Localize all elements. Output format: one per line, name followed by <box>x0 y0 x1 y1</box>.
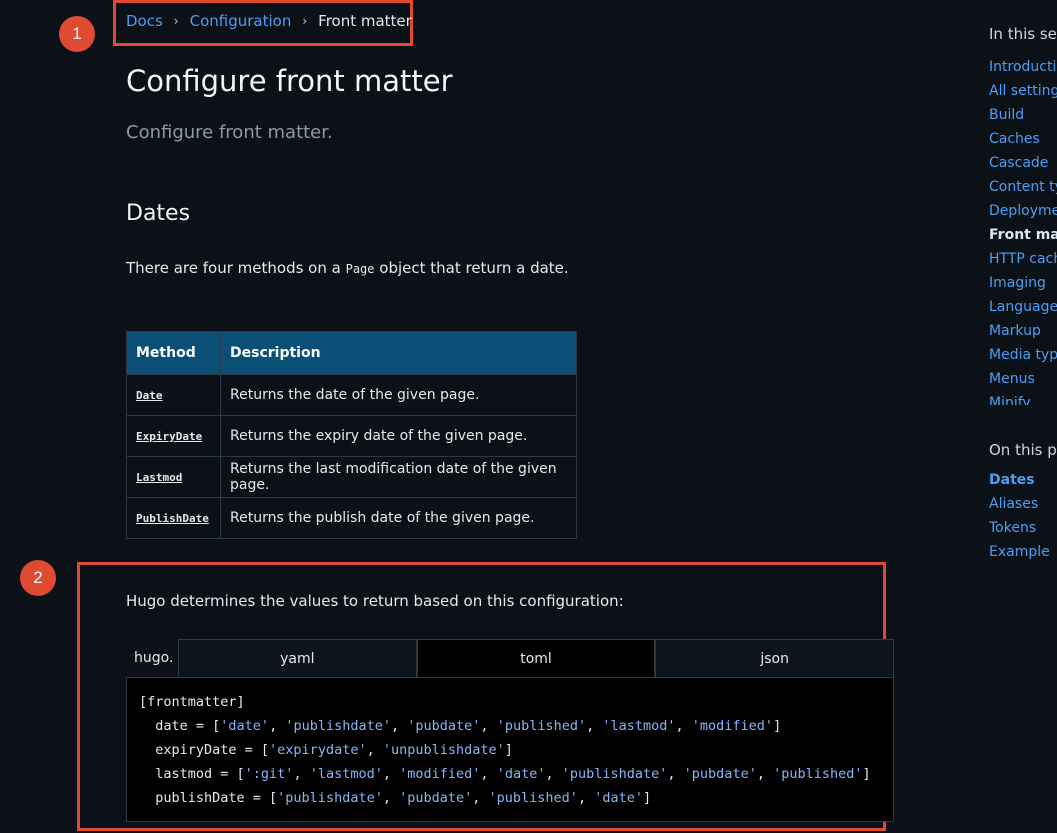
code-string: 'expirydate' <box>269 742 367 758</box>
description-cell: Returns the expiry date of the given pag… <box>220 415 577 457</box>
breadcrumb: Docs › Configuration › Front matter <box>126 12 412 30</box>
code-string: 'published' <box>773 766 863 782</box>
code-string: 'publishdate' <box>285 718 391 734</box>
code-line: date = ['date', 'publishdate', 'pubdate'… <box>139 718 782 734</box>
sidebar-section-item[interactable]: All settings <box>989 79 1057 103</box>
sidebar-section-item[interactable]: Cascade <box>989 151 1057 175</box>
annotation-badge-1: 1 <box>59 16 95 52</box>
sidebar-section-item[interactable]: Build <box>989 103 1057 127</box>
tab-yaml[interactable]: yaml <box>178 639 417 677</box>
sidebar-section-item[interactable]: Front matt <box>989 223 1057 247</box>
table-row: PublishDate Returns the publish date of … <box>126 497 577 539</box>
sidebar-section-heading: In this sec <box>989 25 1057 43</box>
code-string: 'date' <box>220 718 270 734</box>
code-string: 'unpublishdate' <box>382 742 505 758</box>
code-values: 'expirydate', 'unpublishdate' <box>269 742 505 758</box>
sidebar-section-item[interactable]: Imaging <box>989 271 1057 295</box>
method-link-expirydate[interactable]: ExpiryDate <box>136 430 202 443</box>
intro-paragraph: There are four methods on a Page object … <box>126 259 569 277</box>
code-string: 'lastmod' <box>309 766 383 782</box>
config-paragraph: Hugo determines the values to return bas… <box>126 592 624 610</box>
sidebar-section-item[interactable]: HTTP cach <box>989 247 1057 271</box>
sidebar-section-list: IntroducticAll settingsBuildCachesCascad… <box>989 55 1057 405</box>
code-tabs: hugo. yaml toml json <box>126 639 895 677</box>
sidebar-section-item[interactable]: Menus <box>989 367 1057 391</box>
method-cell: Lastmod <box>126 456 221 498</box>
sidebar-section-item[interactable]: Introductic <box>989 55 1057 79</box>
code-values: ':git', 'lastmod', 'modified', 'date', '… <box>244 766 863 782</box>
description-cell: Returns the last modification date of th… <box>220 456 577 498</box>
method-link-publishdate[interactable]: PublishDate <box>136 512 209 525</box>
sidebar-page-heading: On this pa <box>989 441 1057 459</box>
code-string: 'pubdate' <box>407 718 481 734</box>
section-heading-dates: Dates <box>126 201 191 226</box>
intro-text-end: object that return a date. <box>374 259 569 277</box>
sidebar-section-item[interactable]: Deploymen <box>989 199 1057 223</box>
code-line: [frontmatter] <box>139 694 245 710</box>
code-line: publishDate = ['publishdate', 'pubdate',… <box>139 790 652 806</box>
table-header-row: Method Description <box>126 331 577 375</box>
breadcrumb-configuration[interactable]: Configuration <box>190 12 292 30</box>
code-key: lastmod = [ <box>139 766 245 782</box>
method-cell: ExpiryDate <box>126 415 221 457</box>
code-string: 'published' <box>496 718 587 734</box>
breadcrumb-separator: › <box>302 14 308 28</box>
sidebar-section-item[interactable]: Markup <box>989 319 1057 343</box>
code-key: date = [ <box>139 718 221 734</box>
sidebar-section-nav: IntroducticAll settingsBuildCachesCascad… <box>989 55 1057 405</box>
code-string: 'publishdate' <box>277 790 383 806</box>
code-string: 'pubdate' <box>399 790 473 806</box>
table-row: Date Returns the date of the given page. <box>126 374 577 416</box>
method-cell: PublishDate <box>126 497 221 539</box>
code-string: 'publishdate' <box>561 766 668 782</box>
code-key: publishDate = [ <box>139 790 278 806</box>
sidebar-page-item[interactable]: Dates <box>989 468 1050 492</box>
sidebar-section-item[interactable]: Media type <box>989 343 1057 367</box>
code-string: 'published' <box>488 790 578 806</box>
method-link-lastmod[interactable]: Lastmod <box>136 471 182 484</box>
sidebar-section-item[interactable]: Caches <box>989 127 1057 151</box>
description-cell: Returns the date of the given page. <box>220 374 577 416</box>
breadcrumb-current: Front matter <box>318 12 412 30</box>
column-header-method: Method <box>126 331 221 375</box>
sidebar-section-item[interactable]: Languages <box>989 295 1057 319</box>
tab-toml[interactable]: toml <box>416 639 656 677</box>
code-line: lastmod = [':git', 'lastmod', 'modified'… <box>139 766 871 782</box>
page-title: Configure front matter <box>126 64 453 98</box>
code-key: expiryDate = [ <box>139 742 270 758</box>
intro-text: There are four methods on a <box>126 259 346 277</box>
column-header-description: Description <box>220 331 577 375</box>
code-tabs-prefix: hugo. <box>134 650 174 666</box>
page-subtitle: Configure front matter. <box>126 122 333 143</box>
breadcrumb-separator: › <box>173 14 179 28</box>
sidebar-section-item[interactable]: Content ty <box>989 175 1057 199</box>
tab-json[interactable]: json <box>655 639 895 677</box>
code-string: 'modified' <box>691 718 774 734</box>
method-link-date[interactable]: Date <box>136 389 163 402</box>
code-string: 'modified' <box>399 766 481 782</box>
annotation-badge-2: 2 <box>20 560 56 596</box>
sidebar-page-item[interactable]: Tokens <box>989 516 1050 540</box>
description-cell: Returns the publish date of the given pa… <box>220 497 577 539</box>
code-block: [frontmatter] date = ['date', 'publishda… <box>126 677 894 822</box>
code-string: 'lastmod' <box>602 718 676 734</box>
sidebar-section-item[interactable]: Minify <box>989 391 1057 405</box>
sidebar-page-item[interactable]: Aliases <box>989 492 1050 516</box>
methods-table: Method Description Date Returns the date… <box>126 331 577 539</box>
table-row: ExpiryDate Returns the expiry date of th… <box>126 415 577 457</box>
code-string: 'date' <box>496 766 546 782</box>
sidebar-page-item[interactable]: Example <box>989 540 1050 564</box>
code-string: ':git' <box>244 766 294 782</box>
method-cell: Date <box>126 374 221 416</box>
code-line: expiryDate = ['expirydate', 'unpublishda… <box>139 742 513 758</box>
sidebar-page-list: Dates Aliases Tokens Example <box>989 468 1050 564</box>
code-string: 'pubdate' <box>683 766 757 782</box>
code-string: 'date' <box>594 790 643 806</box>
intro-code: Page <box>345 262 375 276</box>
breadcrumb-docs[interactable]: Docs <box>126 12 163 30</box>
code-values: 'date', 'publishdate', 'pubdate', 'publi… <box>220 718 774 734</box>
table-row: Lastmod Returns the last modification da… <box>126 456 577 498</box>
code-values: 'publishdate', 'pubdate', 'published', '… <box>277 790 643 806</box>
